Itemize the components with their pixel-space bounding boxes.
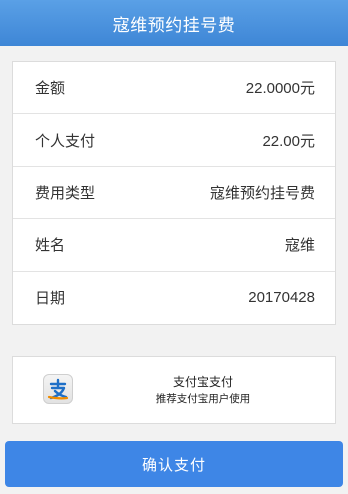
page-header: 寇维预约挂号费 (0, 0, 348, 46)
alipay-option[interactable]: 支付宝支付 推荐支付宝用户使用 (12, 356, 336, 424)
confirm-payment-button[interactable]: 确认支付 (5, 441, 343, 487)
date-label: 日期 (35, 290, 66, 308)
detail-row-date: 日期 20170428 (13, 272, 335, 324)
personal-payment-value: 22.00元 (262, 132, 315, 150)
detail-row-amount: 金额 22.0000元 (13, 62, 335, 115)
detail-row-personal-payment: 个人支付 22.00元 (13, 114, 335, 167)
date-value: 20170428 (248, 289, 315, 307)
alipay-title: 支付宝支付 (172, 375, 233, 389)
detail-row-name: 姓名 寇维 (13, 219, 335, 272)
payment-details-card: 金额 22.0000元 个人支付 22.00元 费用类型 寇维预约挂号费 姓名 … (12, 61, 336, 325)
page-title: 寇维预约挂号费 (112, 15, 236, 35)
name-label: 姓名 (35, 237, 66, 255)
amount-value: 22.0000元 (245, 80, 315, 98)
alipay-text: 支付宝支付 推荐支付宝用户使用 (113, 373, 293, 407)
amount-label: 金额 (35, 80, 66, 98)
confirm-payment-label: 确认支付 (141, 456, 206, 474)
alipay-subtitle: 推荐支付宝用户使用 (155, 393, 251, 405)
personal-payment-label: 个人支付 (35, 132, 96, 150)
fee-type-label: 费用类型 (35, 184, 96, 202)
detail-row-fee-type: 费用类型 寇维预约挂号费 (13, 167, 335, 220)
alipay-icon (43, 374, 73, 404)
name-value: 寇维 (284, 237, 315, 255)
fee-type-value: 寇维预约挂号费 (209, 184, 315, 202)
